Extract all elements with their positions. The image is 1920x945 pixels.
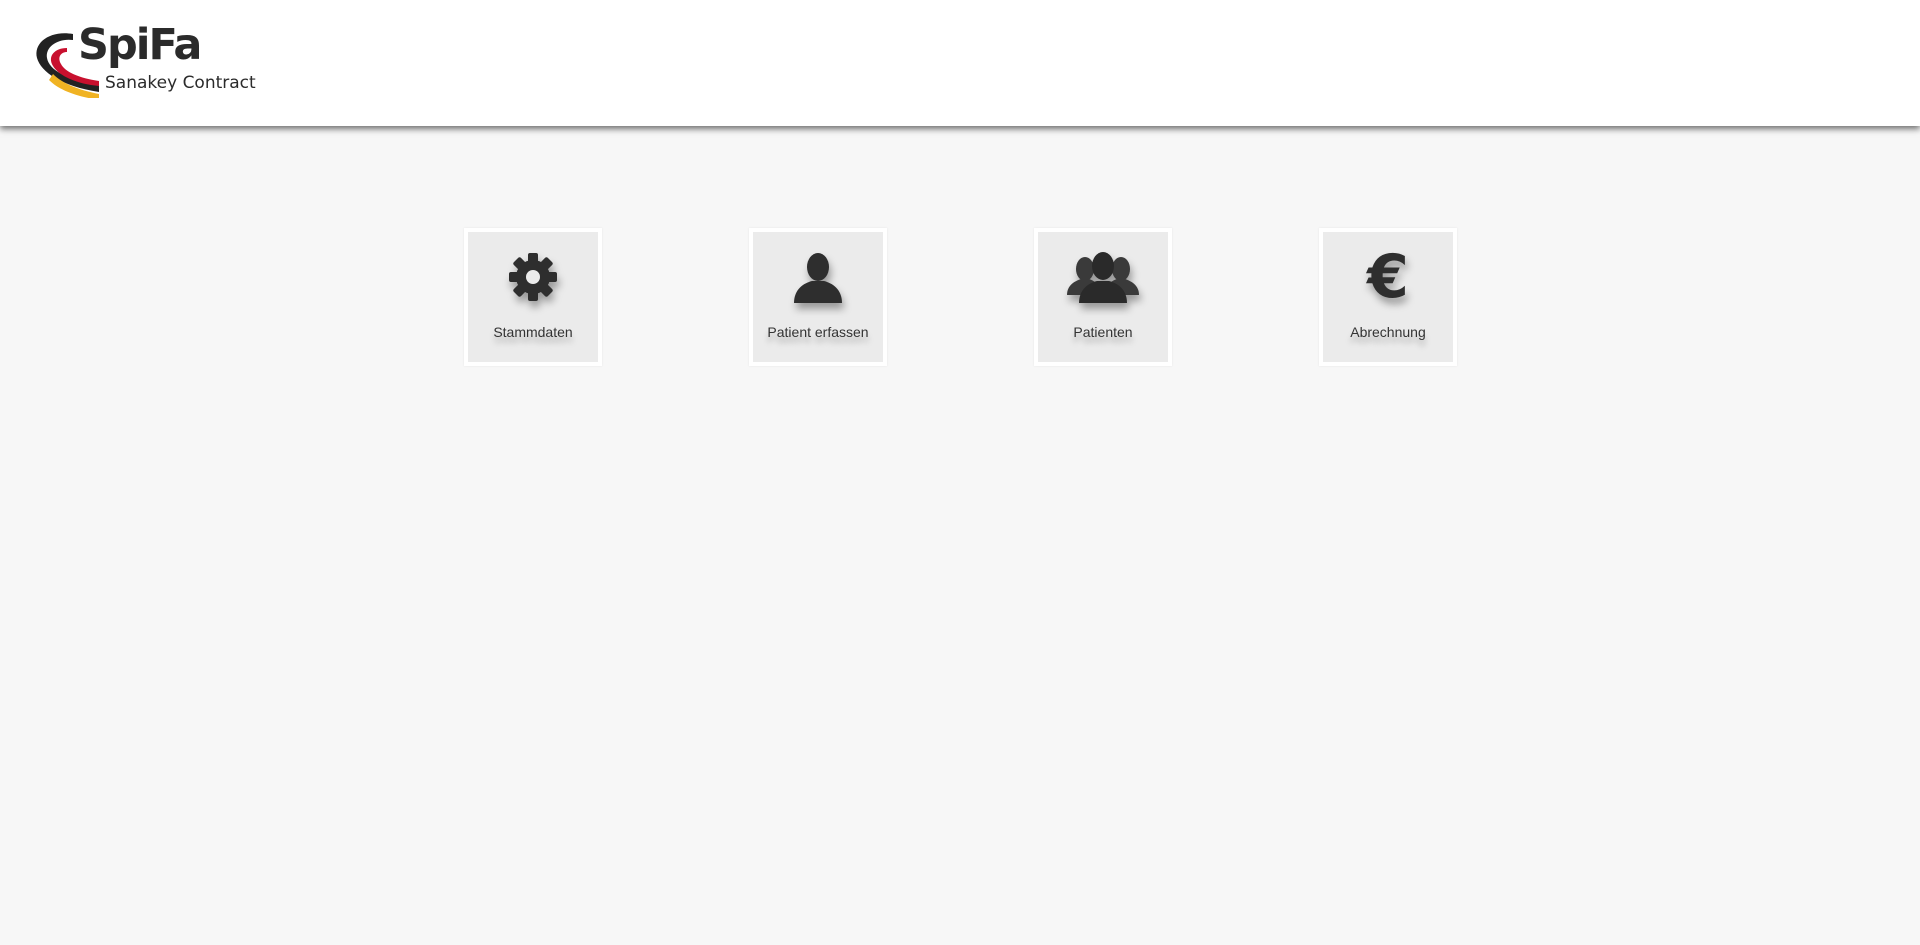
tile-patient-erfassen[interactable]: Patient erfassen: [749, 228, 887, 366]
tile-label: Stammdaten: [493, 324, 573, 340]
spifa-logo[interactable]: SpiFa Sanakey Contract: [33, 24, 263, 100]
tile-patienten[interactable]: Patienten: [1034, 228, 1172, 366]
logo-subtitle: Sanakey Contract: [105, 73, 256, 93]
tile-stammdaten[interactable]: Stammdaten: [464, 228, 602, 366]
user-icon: [753, 248, 883, 306]
euro-icon: €: [1367, 242, 1409, 312]
tile-label: Patient erfassen: [767, 324, 869, 340]
logo-title: SpiFa: [78, 20, 202, 70]
tile-label: Patienten: [1073, 324, 1133, 340]
app-header: SpiFa Sanakey Contract: [0, 0, 1920, 126]
tile-label: Abrechnung: [1350, 324, 1426, 340]
tile-abrechnung[interactable]: € Abrechnung: [1319, 228, 1457, 366]
users-icon: [1038, 248, 1168, 306]
gear-icon: [468, 248, 598, 306]
main-menu-tiles: Stammdaten Patient erfassen Patienten € …: [0, 228, 1920, 368]
